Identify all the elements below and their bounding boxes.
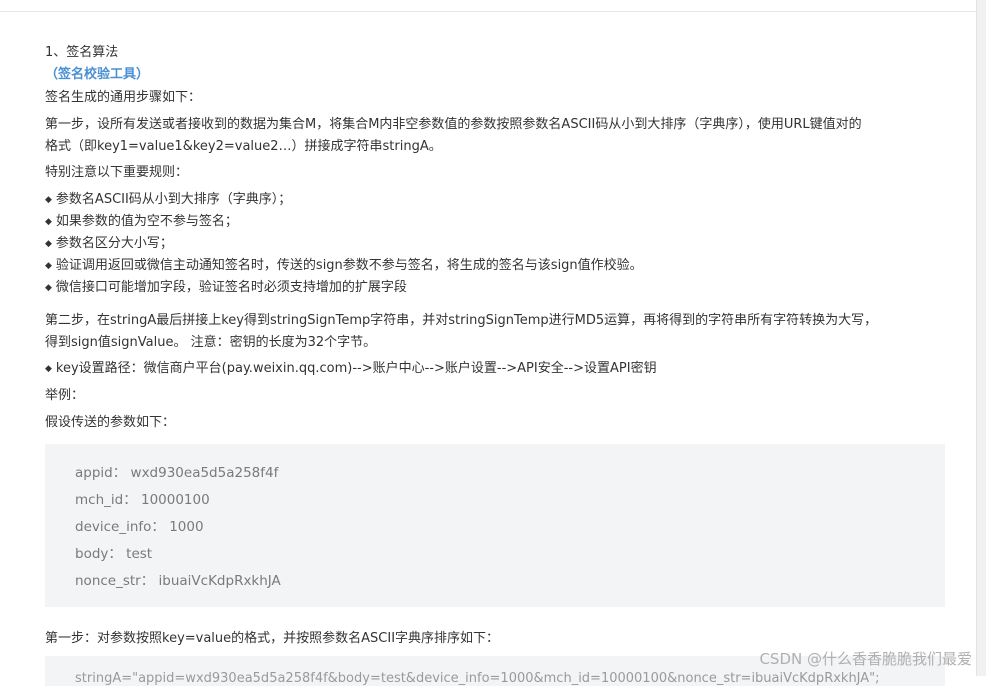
step2-text-line1: 第二步，在stringA最后拼接上key得到stringSignTemp字符串，…	[45, 313, 878, 328]
key-path-note: key设置路径：微信商户平台(pay.weixin.qq.com)-->账户中心…	[45, 360, 657, 378]
sorted-string-line: stringA="appid=wxd930ea5d5a258f4f&body=t…	[75, 671, 880, 686]
rule-item: 参数名ASCII码从小到大排序（字典序）；	[45, 191, 291, 209]
rules-heading: 特别注意以下重要规则：	[45, 165, 189, 180]
section-title: 1、签名算法	[45, 45, 119, 60]
params-intro: 假设传送的参数如下：	[45, 415, 176, 430]
param-line: appid： wxd930ea5d5a258f4f	[75, 465, 279, 481]
scrollbar[interactable]	[976, 0, 986, 676]
rule-item: 验证调用返回或微信主动通知签名时，传送的sign参数不参与签名，将生成的签名与该…	[45, 257, 643, 275]
step1-text-line1: 第一步，设所有发送或者接收到的数据为集合M，将集合M内非空参数值的参数按照参数名…	[45, 117, 862, 132]
top-divider	[0, 11, 976, 12]
example-label: 举例：	[45, 388, 85, 403]
rule-item: 微信接口可能增加字段，验证签名时必须支持增加的扩展字段	[45, 279, 407, 297]
rule-item: 参数名区分大小写；	[45, 235, 173, 253]
step2-text-line2: 得到sign值signValue。 注意：密钥的长度为32个字节。	[45, 335, 377, 350]
rule-item: 如果参数的值为空不参与签名；	[45, 213, 238, 231]
step-sort-text: 第一步：对参数按照key=value的格式，并按照参数名ASCII字典序排序如下…	[45, 631, 500, 646]
param-line: body： test	[75, 546, 153, 562]
intro-text: 签名生成的通用步骤如下：	[45, 90, 202, 105]
signature-tool-link[interactable]: （签名校验工具）	[45, 66, 149, 84]
param-line: device_info： 1000	[75, 519, 204, 535]
param-line: mch_id： 10000100	[75, 492, 210, 508]
params-code-block: appid： wxd930ea5d5a258f4f mch_id： 100001…	[45, 444, 945, 607]
param-line: nonce_str： ibuaiVcKdpRxkhJA	[75, 573, 281, 589]
step1-text-line2: 格式（即key1=value1&key2=value2…）拼接成字符串strin…	[45, 139, 442, 154]
csdn-watermark: CSDN @什么香香脆脆我们最爱	[759, 650, 972, 668]
